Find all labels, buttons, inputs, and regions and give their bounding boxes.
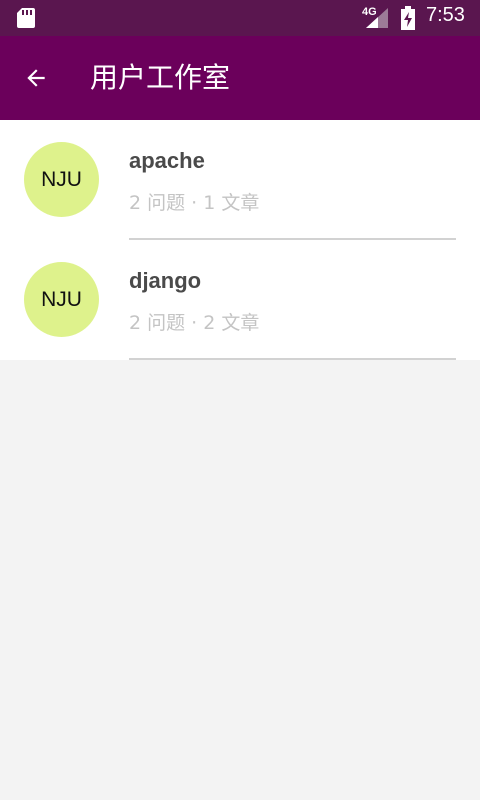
list-item[interactable]: NJU django 2 问题 · 2 文章 bbox=[0, 240, 480, 360]
back-button[interactable] bbox=[16, 58, 56, 98]
studio-meta: 2 问题 · 2 文章 bbox=[129, 312, 260, 334]
studio-name: apache bbox=[129, 148, 205, 173]
status-clock: 7:53 bbox=[426, 4, 465, 26]
studio-meta: 2 问题 · 1 文章 bbox=[129, 192, 260, 214]
avatar: NJU bbox=[24, 262, 99, 337]
status-bar: 4G 7:53 bbox=[0, 0, 480, 36]
app-bar: 用户工作室 bbox=[0, 36, 480, 120]
avatar: NJU bbox=[24, 142, 99, 217]
studio-name: django bbox=[129, 268, 202, 293]
list-item[interactable]: NJU apache 2 问题 · 1 文章 bbox=[0, 120, 480, 240]
arrow-back-icon bbox=[27, 69, 45, 87]
signal-icon bbox=[366, 8, 388, 28]
divider bbox=[129, 358, 456, 360]
page-title: 用户工作室 bbox=[90, 61, 231, 94]
battery-charging-icon bbox=[401, 6, 415, 30]
studio-list: NJU apache 2 问题 · 1 文章 NJU django 2 问题 ·… bbox=[0, 120, 480, 360]
sd-card-icon bbox=[17, 8, 35, 28]
